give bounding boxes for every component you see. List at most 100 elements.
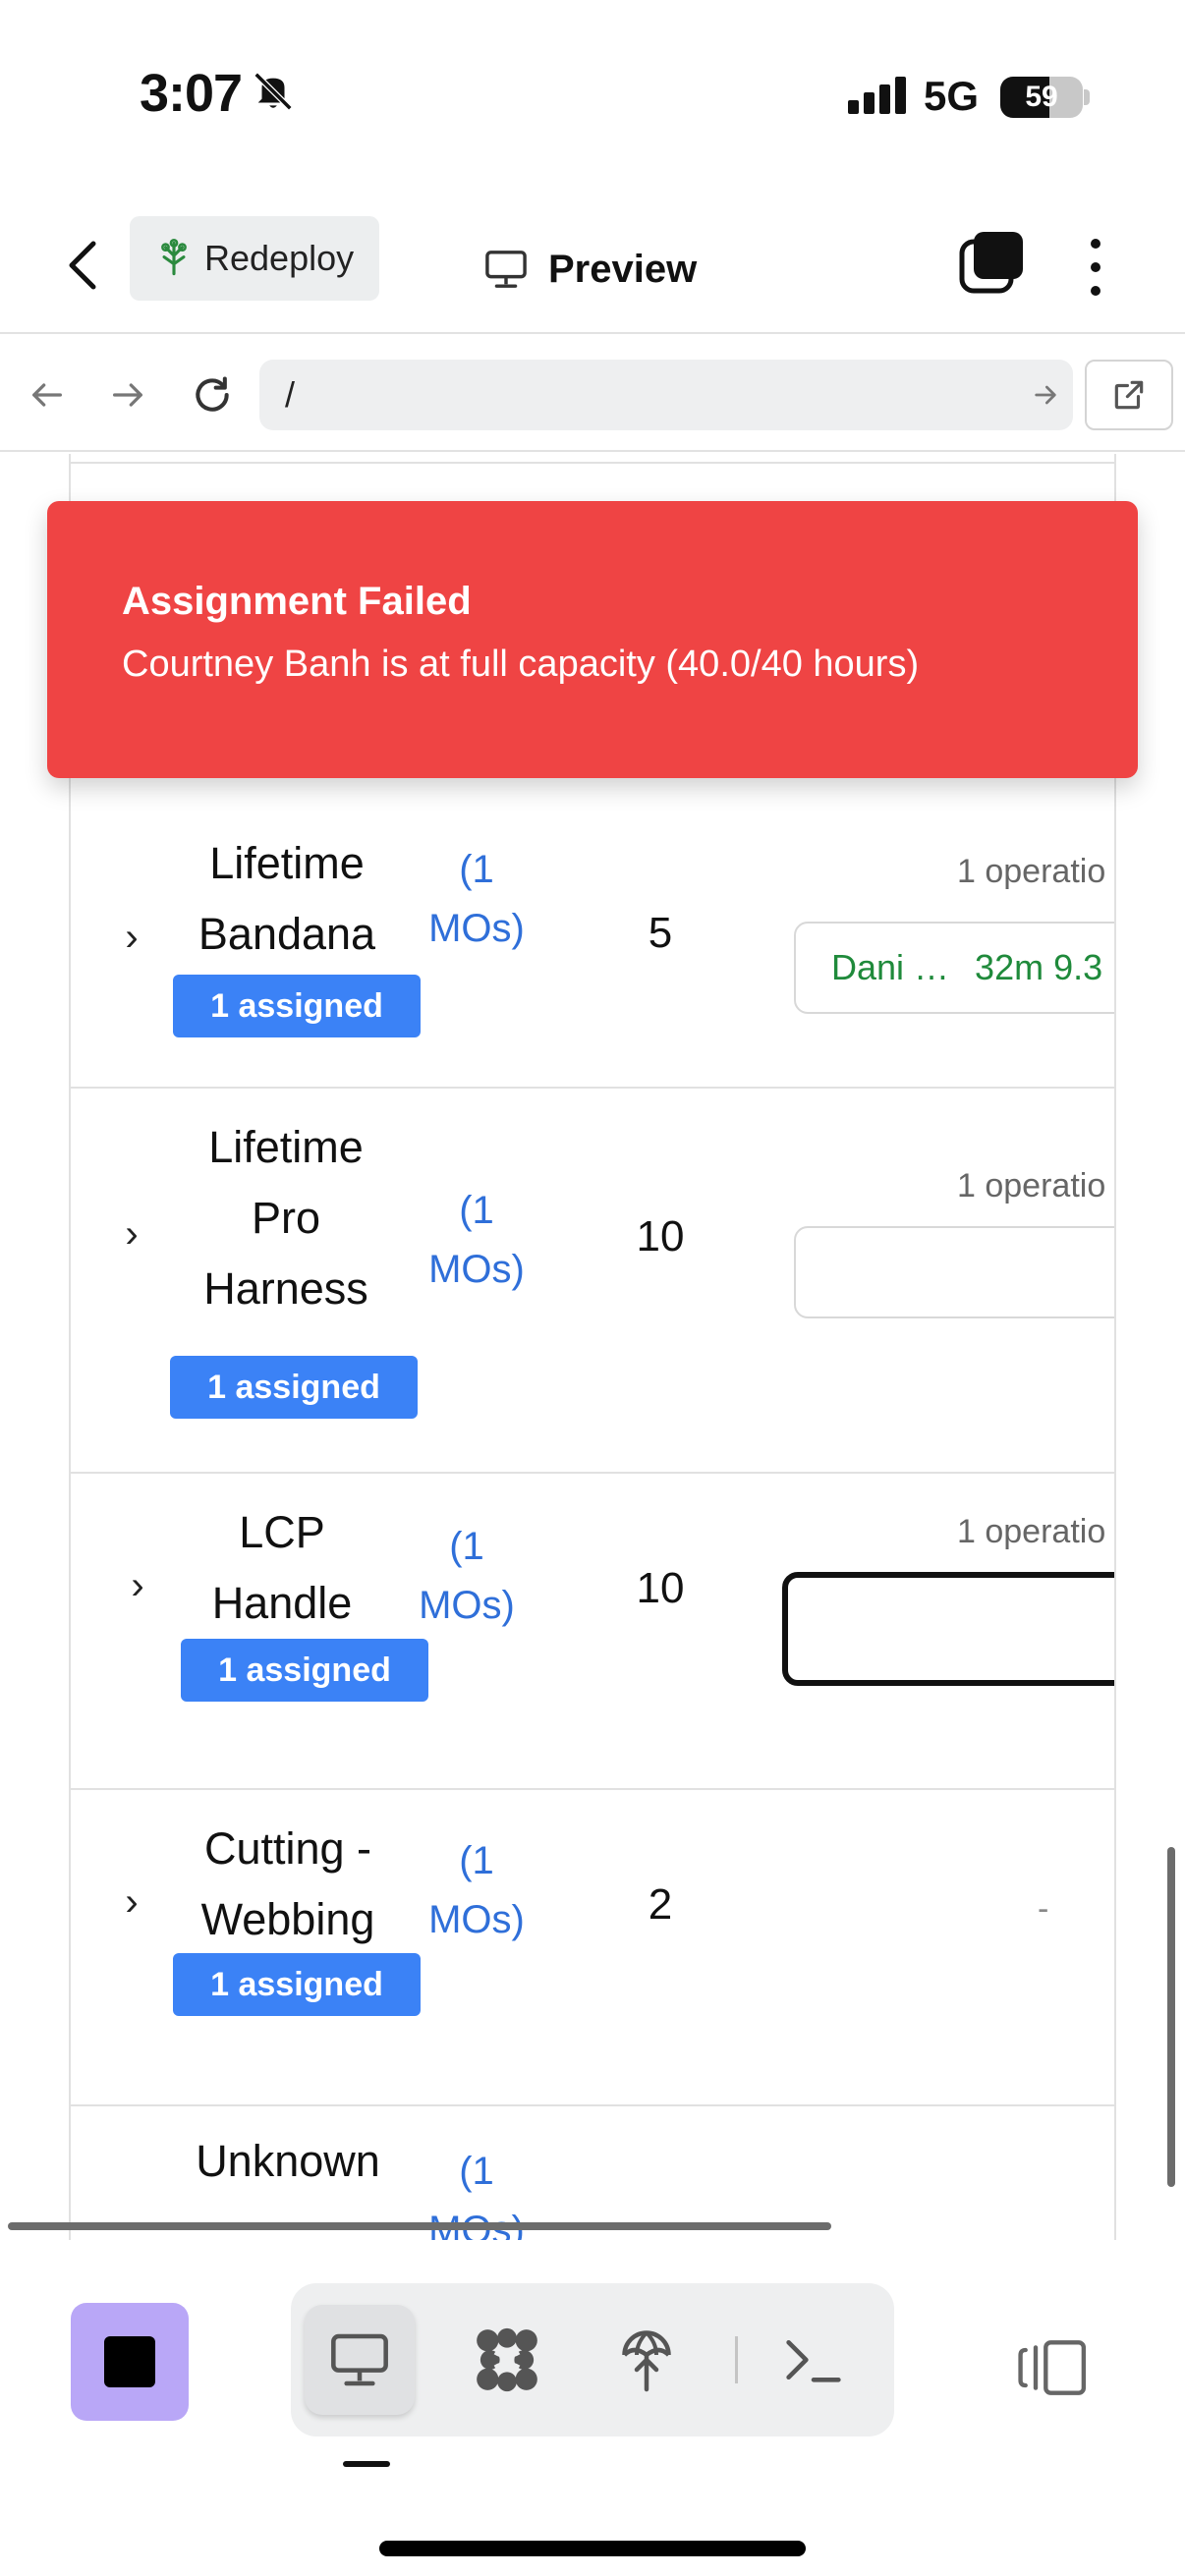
chevron-left-icon bbox=[69, 241, 96, 290]
terminal-mode-button[interactable] bbox=[759, 2305, 869, 2415]
toast-title: Assignment Failed bbox=[122, 580, 472, 623]
more-dot bbox=[1091, 262, 1100, 272]
tabs-button[interactable] bbox=[958, 228, 1027, 297]
product-name-line: Cutting - bbox=[203, 1823, 372, 1874]
battery-nub bbox=[1084, 89, 1090, 105]
vertical-scrollbar[interactable] bbox=[1167, 1847, 1175, 2187]
more-vertical-icon bbox=[1091, 239, 1100, 249]
tabs-icon bbox=[959, 232, 1023, 294]
side-panel-icon bbox=[1018, 2340, 1087, 2395]
table-row[interactable]: › Cutting - Webbing (1 MOs) 2 1 assigned… bbox=[71, 1790, 1114, 2106]
toolbar-divider bbox=[735, 2336, 738, 2383]
status-time: 3:07 bbox=[140, 64, 243, 123]
url-input[interactable]: / bbox=[259, 360, 1073, 430]
product-name-line: LCP bbox=[239, 1507, 325, 1557]
mos-link[interactable]: (1 MOs) bbox=[413, 1517, 521, 1635]
product-name: Lifetime Pro Harness bbox=[183, 1112, 389, 1324]
mos-line: (1 bbox=[449, 1525, 484, 1568]
status-bar: 3:07 5G 59 bbox=[0, 0, 1185, 187]
refresh-icon bbox=[196, 376, 229, 412]
mos-line: MOs) bbox=[419, 1584, 515, 1627]
network-type: 5G bbox=[924, 73, 980, 119]
mos-link[interactable]: (1 MOs) bbox=[423, 840, 531, 958]
assigned-badge[interactable]: 1 assigned bbox=[173, 975, 421, 1037]
browser-forward-button[interactable] bbox=[98, 365, 157, 424]
operations-empty: - bbox=[1038, 1890, 1049, 1928]
table-row[interactable]: › LCP Handle (1 MOs) 10 1 assigned 1 ope… bbox=[71, 1474, 1114, 1790]
terminal-icon bbox=[786, 2339, 841, 2382]
product-name-line: Lifetime bbox=[209, 838, 365, 888]
horizontal-scrollbar[interactable] bbox=[8, 2222, 831, 2230]
mos-link[interactable]: (1 MOs) bbox=[423, 1831, 531, 1949]
refresh-button[interactable] bbox=[183, 365, 242, 424]
preview-tab[interactable]: Preview bbox=[483, 230, 697, 308]
worker-name: Dani … bbox=[831, 947, 950, 987]
mos-line: (1 bbox=[459, 1189, 494, 1232]
mos-line: MOs) bbox=[428, 1898, 525, 1941]
mos-line: MOs) bbox=[428, 1248, 525, 1291]
external-link-icon bbox=[1114, 380, 1144, 410]
back-button[interactable] bbox=[51, 226, 114, 305]
product-name: Lifetime Bandana bbox=[184, 828, 390, 970]
stop-icon bbox=[104, 2336, 155, 2387]
operations-count: 1 operatio bbox=[957, 853, 1106, 890]
more-options-button[interactable] bbox=[1071, 228, 1120, 307]
assigned-badge[interactable]: 1 assigned bbox=[181, 1639, 428, 1702]
bell-muted-icon bbox=[251, 69, 296, 119]
product-name-line: Webbing bbox=[200, 1894, 375, 1944]
expand-chevron-icon[interactable]: › bbox=[117, 1880, 146, 1925]
table-row[interactable]: Unknown (1 MOs) bbox=[71, 2106, 1114, 2240]
table-row[interactable]: › Lifetime Pro Harness (1 MOs) 10 1 assi… bbox=[71, 1089, 1114, 1474]
stop-button[interactable] bbox=[71, 2303, 189, 2421]
monitor-icon bbox=[331, 2333, 388, 2386]
arrow-left-icon bbox=[32, 383, 62, 407]
error-toast[interactable]: Assignment Failed Courtney Banh is at fu… bbox=[47, 501, 1138, 778]
expand-chevron-icon[interactable]: › bbox=[117, 1212, 146, 1257]
expand-chevron-icon[interactable]: › bbox=[123, 1564, 152, 1608]
preview-label: Preview bbox=[548, 247, 698, 291]
mos-line: (1 bbox=[459, 848, 494, 891]
operation-assignment-field-focused[interactable] bbox=[782, 1572, 1114, 1686]
product-name-line: Handle bbox=[211, 1578, 353, 1628]
product-name: LCP Handle bbox=[179, 1497, 385, 1639]
home-indicator bbox=[379, 2541, 806, 2556]
product-name-line: Lifetime bbox=[208, 1122, 364, 1172]
side-panel-button[interactable] bbox=[1014, 2328, 1093, 2407]
redeploy-button[interactable]: Redeploy bbox=[130, 216, 379, 301]
preview-mode-button[interactable] bbox=[305, 2305, 415, 2415]
product-name: Cutting - Webbing bbox=[185, 1814, 391, 1955]
mode-switcher bbox=[291, 2283, 894, 2436]
workflow-mode-button[interactable] bbox=[452, 2305, 562, 2415]
more-dot bbox=[1091, 286, 1100, 296]
tree-icon bbox=[161, 239, 187, 276]
url-text: / bbox=[285, 374, 296, 415]
operation-assignment-field[interactable]: Dani … 32m 9.3 bbox=[794, 922, 1114, 1014]
operations-count: 1 operatio bbox=[957, 1167, 1106, 1204]
quantity: 2 bbox=[648, 1880, 673, 1929]
mos-line: (1 bbox=[459, 2150, 494, 2193]
go-arrow-icon[interactable] bbox=[1030, 379, 1061, 411]
mos-line: MOs) bbox=[428, 907, 525, 950]
assigned-badge[interactable]: 1 assigned bbox=[173, 1953, 421, 2016]
operation-time: 32m 9.3 bbox=[975, 947, 1103, 987]
battery-percent: 59 bbox=[1025, 81, 1058, 113]
assigned-badge[interactable]: 1 assigned bbox=[170, 1356, 418, 1419]
deploy-mode-button[interactable] bbox=[592, 2305, 702, 2415]
expand-chevron-icon[interactable]: › bbox=[117, 916, 146, 960]
monitor-icon bbox=[485, 251, 527, 288]
mos-link[interactable]: (1 MOs) bbox=[423, 1181, 531, 1299]
operations-count: 1 operatio bbox=[957, 1513, 1106, 1550]
operation-assignment-field[interactable] bbox=[794, 1226, 1114, 1318]
arrow-right-icon bbox=[113, 383, 142, 407]
battery-icon: 59 bbox=[1000, 77, 1083, 118]
product-name: Unknown bbox=[185, 2126, 391, 2197]
product-name-line: Unknown bbox=[196, 2136, 380, 2186]
browser-back-button[interactable] bbox=[18, 365, 77, 424]
quantity: 10 bbox=[636, 1212, 685, 1260]
app-header: Redeploy Preview bbox=[0, 187, 1185, 334]
product-name-line: Pro bbox=[251, 1193, 321, 1243]
open-external-button[interactable] bbox=[1085, 360, 1173, 430]
active-mode-indicator bbox=[343, 2461, 390, 2467]
redeploy-label: Redeploy bbox=[204, 238, 355, 278]
quantity: 10 bbox=[636, 1564, 685, 1612]
